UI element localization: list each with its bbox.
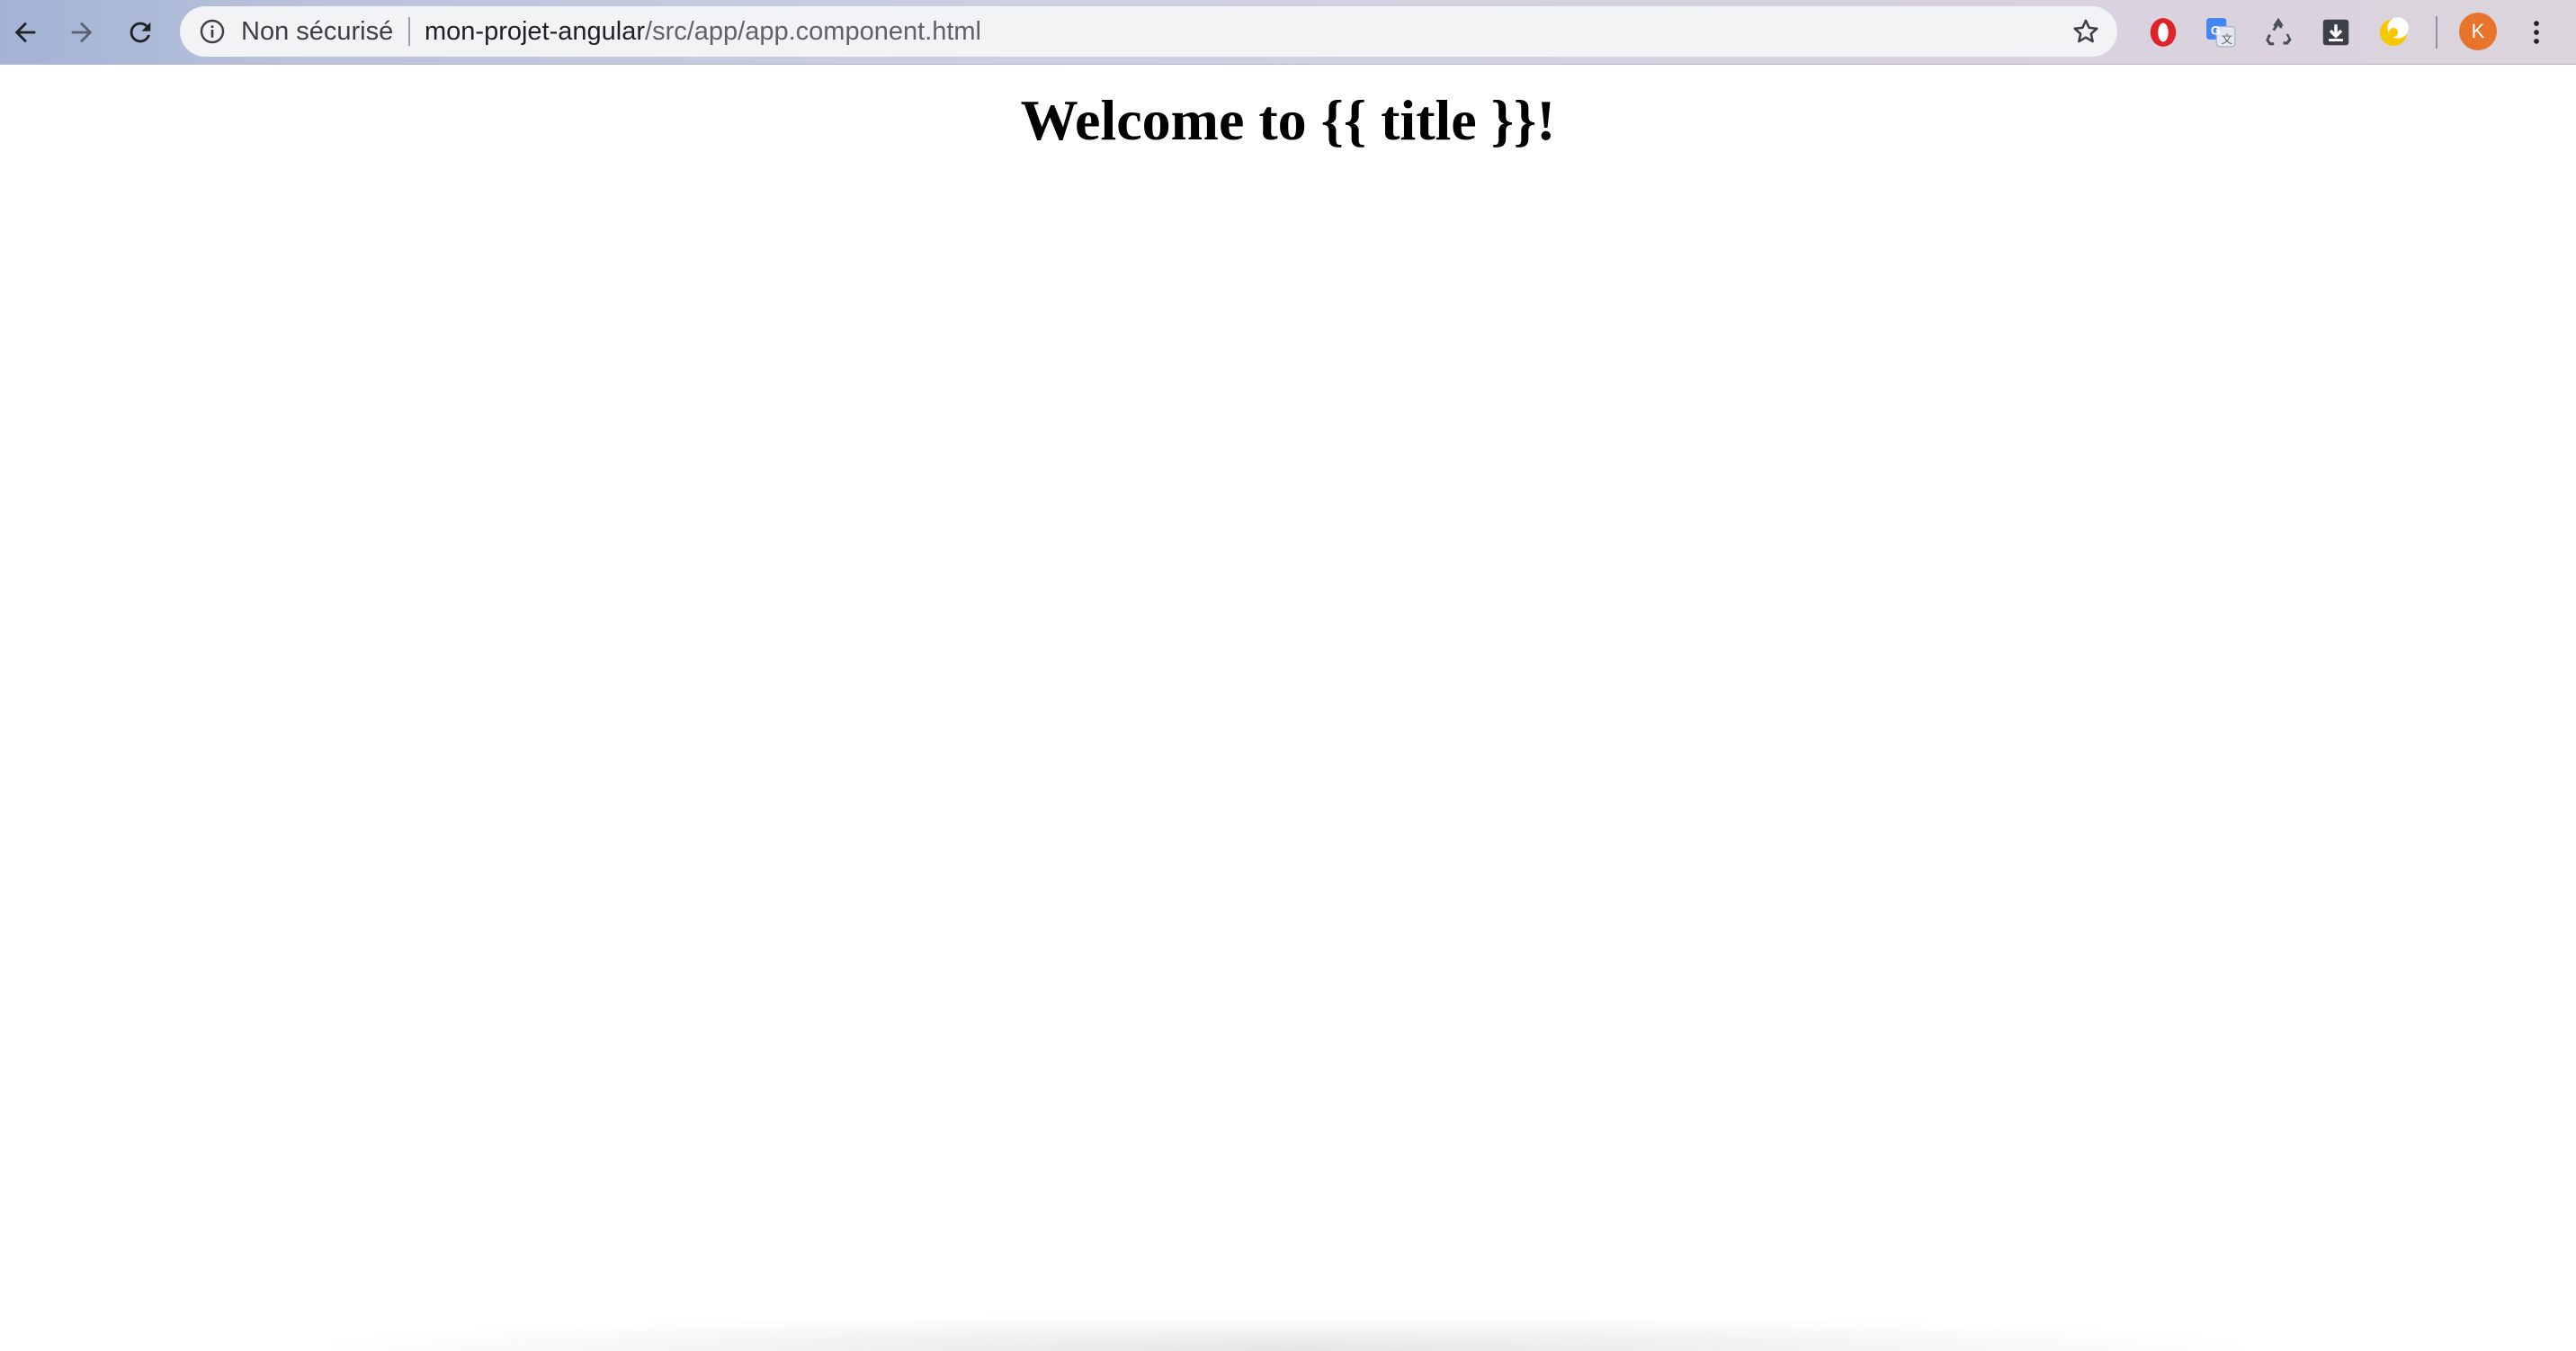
address-separator [408,17,410,46]
address-bar[interactable]: Non sécurisé mon-projet-angular/src/app/… [180,6,2117,57]
arrow-left-icon [14,22,36,43]
arrow-right-icon [71,22,93,43]
forward-button[interactable] [62,13,102,52]
translate-extension-button[interactable]: G 文 [2201,13,2241,52]
vertical-dots-icon [2534,21,2539,44]
recycle-icon [2266,17,2292,46]
security-label: Non sécurisé [241,17,394,46]
opera-extension-button[interactable] [2143,13,2183,52]
google-translate-icon: G 文 [2206,18,2236,48]
page-content: Welcome to {{ title }}! [0,65,2576,1351]
download-box-icon [2322,19,2349,46]
night-mode-extension-button[interactable] [2374,13,2413,52]
back-button[interactable] [5,13,45,52]
svg-text:G: G [2211,23,2221,38]
night-mode-icon [2379,17,2409,47]
browser-toolbar: Non sécurisé mon-projet-angular/src/app/… [0,0,2576,65]
url-host: mon-projet-angular [425,17,646,46]
recycle-extension-button[interactable] [2258,13,2298,52]
toolbar-separator [2436,16,2437,49]
url-text[interactable]: mon-projet-angular/src/app/app.component… [425,6,981,57]
opera-icon [2150,18,2177,47]
bottom-shadow [333,1315,2240,1351]
svg-text:文: 文 [2221,33,2232,46]
profile-avatar[interactable]: K [2459,13,2497,50]
page-heading: Welcome to {{ title }}! [1020,88,1556,152]
url-path: /src/app/app.component.html [645,17,981,46]
reload-button[interactable] [121,13,160,52]
bookmark-star-icon[interactable] [2071,16,2101,47]
reload-icon [130,22,151,43]
info-icon[interactable] [198,17,227,46]
download-extension-button[interactable] [2316,13,2356,52]
browser-menu-button[interactable] [2520,13,2553,52]
